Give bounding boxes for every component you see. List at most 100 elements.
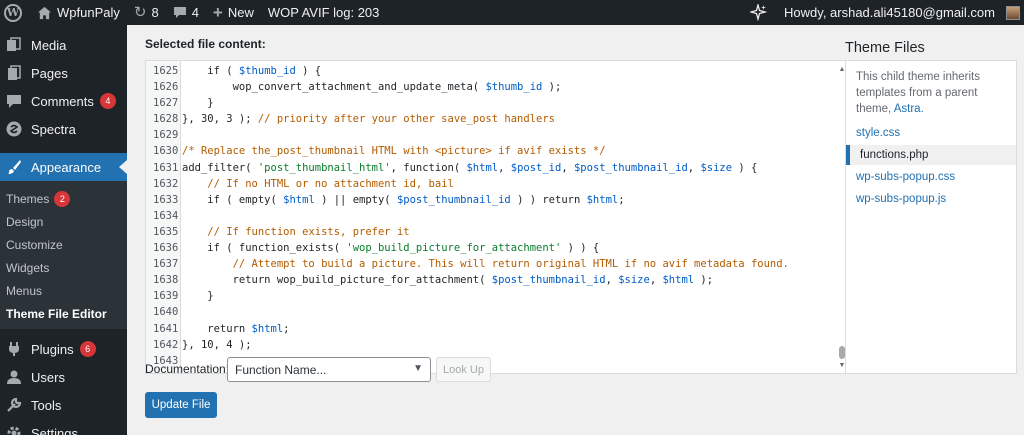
code-line[interactable]: 1634 [146, 208, 836, 224]
menu-label-appearance: Appearance [31, 159, 102, 175]
media-icon [5, 37, 22, 54]
line-code: return $html; [182, 322, 290, 335]
documentation-label: Documentation: [145, 362, 230, 376]
plugins-badge: 6 [79, 341, 96, 357]
code-line[interactable]: 1636 if ( function_exists( 'wop_build_pi… [146, 240, 836, 256]
menu-item-spectra[interactable]: Spectra [0, 115, 127, 143]
line-code: }, 30, 3 ); // priority after your other… [182, 113, 555, 126]
menu-item-pages[interactable]: Pages [0, 59, 127, 87]
code-editor[interactable]: 1625 if ( $thumb_id ) {1626 wop_convert_… [145, 60, 850, 374]
menu-item-users[interactable]: Users [0, 363, 127, 391]
child-theme-note: This child theme inherits templates from… [856, 69, 1011, 117]
comments-count: 4 [191, 5, 199, 20]
submenu-item-themes[interactable]: Themes 2 [0, 187, 127, 210]
line-number: 1633 [153, 193, 179, 206]
line-number: 1625 [153, 65, 179, 77]
ai-sparkle-button[interactable] [743, 0, 777, 25]
menu-item-tools[interactable]: Tools [0, 391, 127, 419]
line-code: } [182, 290, 214, 303]
line-number: 1630 [153, 145, 179, 158]
users-icon [5, 369, 22, 386]
code-line[interactable]: 1641 return $html; [146, 321, 836, 337]
code-line[interactable]: 1635 // If function exists, prefer it [146, 224, 836, 240]
line-number: 1626 [153, 81, 179, 94]
paintbrush-icon [5, 159, 22, 176]
submenu-label-themes: Themes [6, 191, 50, 206]
code-line[interactable]: 1627 } [146, 95, 836, 111]
code-line[interactable]: 1632 // If no HTML or no attachment id, … [146, 176, 836, 192]
menu-item-media[interactable]: Media [0, 31, 127, 59]
line-code: } [182, 97, 214, 110]
code-line[interactable]: 1625 if ( $thumb_id ) { [146, 63, 836, 79]
code-line[interactable]: 1640 [146, 304, 836, 320]
plus-icon: + [212, 3, 223, 22]
code-line[interactable]: 1637 // Attempt to build a picture. This… [146, 256, 836, 272]
line-code: /* Replace the_post_thumbnail HTML with … [182, 145, 606, 158]
file-link-functions-php[interactable]: functions.php [846, 145, 1016, 165]
line-number: 1637 [153, 258, 179, 271]
avif-log-link[interactable]: WOP AVIF log: 203 [261, 0, 387, 25]
menu-item-appearance[interactable]: Appearance [0, 153, 127, 181]
menu-label-spectra: Spectra [31, 121, 76, 137]
submenu-label-menus: Menus [6, 283, 43, 298]
menu-item-settings[interactable]: Settings [0, 419, 127, 435]
line-code: if ( function_exists( 'wop_build_picture… [182, 242, 600, 255]
look-up-button[interactable]: Look Up [436, 357, 491, 382]
admin-bar: W WpfunPaly ↻ 8 4 + New WOP AVIF log: 20… [0, 0, 1024, 25]
update-icon: ↻ [133, 4, 147, 21]
submenu-item-customize[interactable]: Customize [0, 233, 127, 256]
selected-file-label: Selected file content: [145, 37, 266, 51]
updates-count: 8 [151, 5, 159, 20]
wordpress-logo-icon: W [4, 3, 22, 22]
new-content-link[interactable]: + New [206, 0, 261, 25]
line-number: 1634 [153, 209, 179, 222]
updates-link[interactable]: ↻ 8 [127, 0, 166, 25]
code-line[interactable]: 1626 wop_convert_attachment_and_update_m… [146, 79, 836, 95]
submenu-item-design[interactable]: Design [0, 210, 127, 233]
code-line[interactable]: 1631 add_filter( 'post_thumbnail_html', f… [146, 160, 836, 176]
submenu-item-theme-file-editor[interactable]: Theme File Editor [0, 302, 127, 325]
my-account-link[interactable]: Howdy, arshad.ali45180@gmail.com [777, 0, 1024, 25]
theme-files-heading: Theme Files [845, 40, 925, 56]
line-number: 1629 [153, 129, 179, 142]
code-line[interactable]: 1633 if ( empty( $html ) || empty( $post… [146, 192, 836, 208]
line-number: 1638 [153, 274, 179, 287]
plugins-icon [5, 341, 22, 358]
line-number: 1642 [153, 338, 179, 351]
line-code: add_filter( 'post_thumbnail_html', funct… [182, 161, 758, 174]
pages-icon [5, 65, 22, 82]
code-line[interactable]: 1629 [146, 127, 836, 143]
line-number: 1631 [153, 161, 179, 174]
code-line[interactable]: 1642}, 10, 4 ); [146, 337, 836, 353]
file-link-wp-subs-popup-js[interactable]: wp-subs-popup.js [856, 189, 946, 209]
comments-link[interactable]: 4 [166, 0, 206, 25]
file-link-style-css[interactable]: style.css [856, 123, 900, 143]
howdy-text: Howdy, arshad.ali45180@gmail.com [784, 5, 995, 20]
file-link-wp-subs-popup-css[interactable]: wp-subs-popup.css [856, 167, 955, 187]
code-lines[interactable]: 1625 if ( $thumb_id ) {1626 wop_convert_… [146, 63, 836, 369]
site-name-link[interactable]: WpfunPaly [30, 0, 127, 25]
line-number: 1639 [153, 290, 179, 303]
themes-badge: 2 [54, 190, 71, 207]
menu-label-users: Users [31, 369, 65, 385]
code-line[interactable]: 1639 } [146, 288, 836, 304]
code-line[interactable]: 1630/* Replace the_post_thumbnail HTML w… [146, 143, 836, 159]
menu-label-settings: Settings [31, 425, 78, 435]
appearance-submenu: Themes 2 Design Customize Widgets Menus … [0, 181, 127, 329]
wordpress-logo-menu[interactable]: W [0, 0, 30, 25]
update-file-button[interactable]: Update File [145, 392, 217, 418]
code-line[interactable]: 1638 return wop_build_picture_for_attach… [146, 272, 836, 288]
code-line[interactable]: 1628}, 30, 3 ); // priority after your o… [146, 111, 836, 127]
menu-item-comments[interactable]: Comments 4 [0, 87, 127, 115]
line-code: if ( empty( $html ) || empty( $post_thum… [182, 193, 625, 206]
submenu-item-menus[interactable]: Menus [0, 279, 127, 302]
documentation-select[interactable]: Function Name... ▼ [227, 357, 431, 382]
parent-theme-link[interactable]: Astra. [894, 103, 924, 115]
submenu-item-widgets[interactable]: Widgets [0, 256, 127, 279]
menu-item-plugins[interactable]: Plugins 6 [0, 335, 127, 363]
comments-icon [5, 93, 22, 110]
line-code: // If no HTML or no attachment id, bail [207, 177, 454, 190]
line-number: 1628 [153, 113, 179, 126]
